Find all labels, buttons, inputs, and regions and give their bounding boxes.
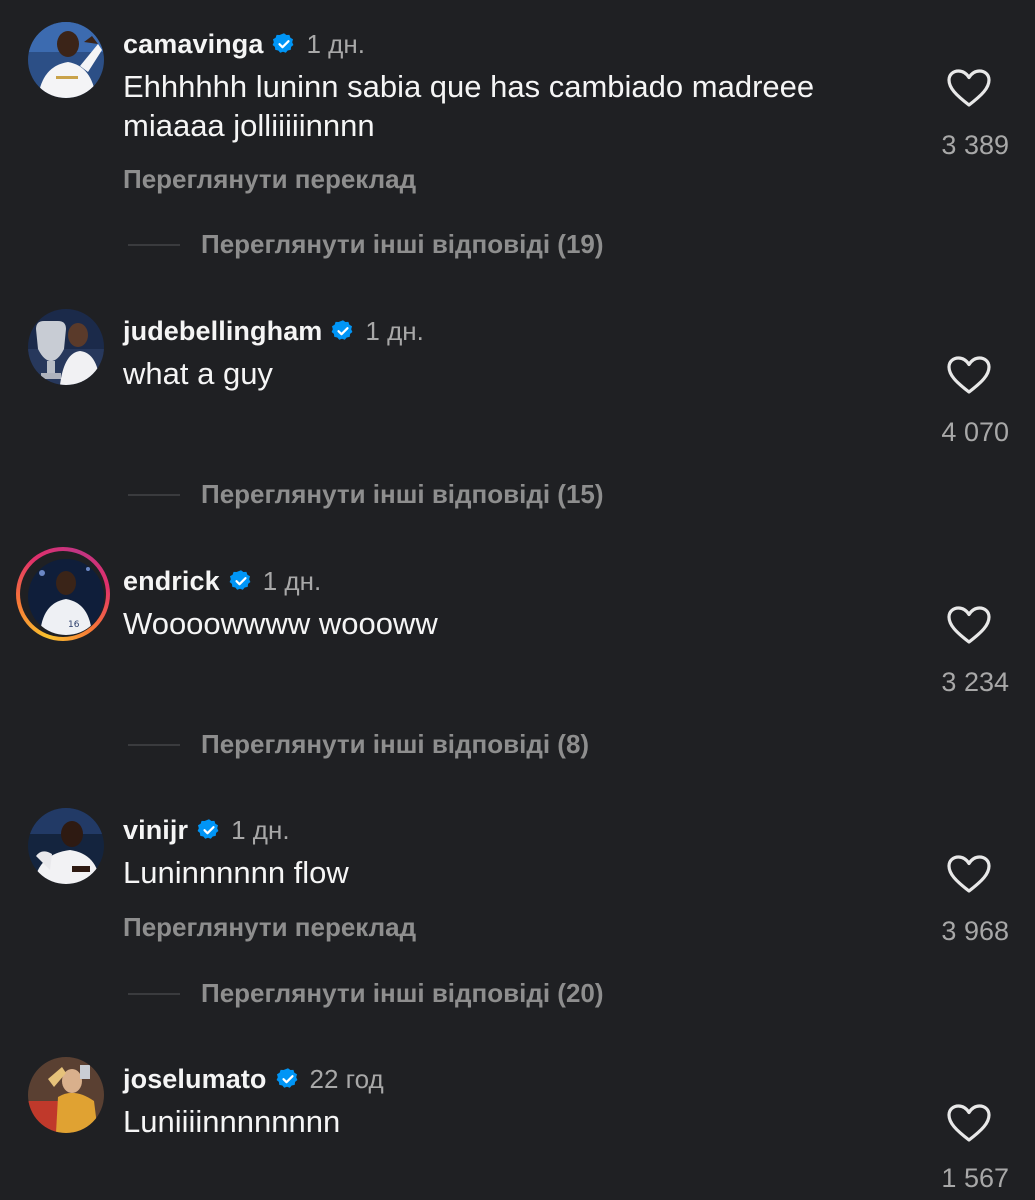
heart-outline-icon[interactable] xyxy=(946,68,992,108)
view-replies-button[interactable]: Переглянути інші відповіді (15) xyxy=(128,479,604,510)
view-replies-button[interactable]: Переглянути інші відповіді (20) xyxy=(128,978,604,1009)
comment-header: vinijr 1 дн. xyxy=(123,810,290,850)
comment-text: Luninnnnnn flow xyxy=(123,855,349,890)
verified-badge-icon xyxy=(276,1067,300,1091)
like-count: 3 968 xyxy=(941,916,1009,946)
comment-text: Luniiiinnnnnnnn xyxy=(123,1104,341,1139)
view-replies-label: Переглянути інші відповіді (19) xyxy=(201,229,604,259)
comment-time: 1 дн. xyxy=(231,814,290,845)
replies-divider xyxy=(128,493,180,496)
replies-divider xyxy=(128,992,180,995)
avatar[interactable] xyxy=(28,309,104,385)
comment-header: endrick 1 дн. xyxy=(123,561,321,601)
view-replies-label: Переглянути інші відповіді (8) xyxy=(201,729,590,759)
comment-header: camavinga 1 дн. xyxy=(123,24,365,64)
comment-header: judebellingham 1 дн. xyxy=(123,311,424,351)
verified-badge-icon xyxy=(331,319,355,343)
username[interactable]: vinijr xyxy=(123,815,188,846)
avatar[interactable] xyxy=(28,808,104,884)
view-replies-button[interactable]: Переглянути інші відповіді (8) xyxy=(128,729,589,760)
comment-text: Ehhhhhh luninn sabia que has cambiado ma… xyxy=(123,69,815,143)
see-translation-link[interactable]: Переглянути переклад xyxy=(123,164,416,195)
svg-text:16: 16 xyxy=(68,620,80,630)
verified-badge-icon xyxy=(229,569,253,593)
comment-text: what a guy xyxy=(123,356,273,391)
comment-time: 1 дн. xyxy=(262,565,322,596)
username[interactable]: judebellingham xyxy=(123,316,322,347)
comments-list: camavinga 1 дн. Ehhhhhh luninn sabia que… xyxy=(0,0,1035,1200)
avatar[interactable] xyxy=(28,22,104,98)
heart-outline-icon[interactable] xyxy=(946,605,992,645)
comment-time: 1 дн. xyxy=(306,28,365,59)
like-count: 3 234 xyxy=(941,667,1009,697)
replies-divider xyxy=(128,243,180,246)
view-replies-button[interactable]: Переглянути інші відповіді (19) xyxy=(128,229,604,260)
view-replies-label: Переглянути інші відповіді (15) xyxy=(201,479,604,509)
heart-outline-icon[interactable] xyxy=(946,854,992,894)
username[interactable]: camavinga xyxy=(123,29,263,60)
see-translation-link[interactable]: Переглянути переклад xyxy=(123,912,416,943)
verified-badge-icon xyxy=(197,818,221,842)
like-count: 4 070 xyxy=(941,417,1009,447)
comment-time: 22 год xyxy=(309,1063,384,1094)
view-replies-label: Переглянути інші відповіді (20) xyxy=(201,978,604,1008)
comment-header: joselumato 22 год xyxy=(123,1059,384,1099)
comment-time: 1 дн. xyxy=(365,315,424,346)
verified-badge-icon xyxy=(272,32,296,56)
like-count: 1 567 xyxy=(941,1163,1009,1193)
avatar[interactable] xyxy=(28,1057,104,1133)
comment-text: Woooowwww woooww xyxy=(123,606,438,641)
avatar[interactable]: 16 xyxy=(16,547,110,641)
heart-outline-icon[interactable] xyxy=(946,1103,992,1143)
replies-divider xyxy=(128,743,180,746)
username[interactable]: joselumato xyxy=(123,1064,267,1095)
username[interactable]: endrick xyxy=(123,566,220,597)
heart-outline-icon[interactable] xyxy=(946,355,992,395)
like-count: 3 389 xyxy=(941,130,1009,160)
